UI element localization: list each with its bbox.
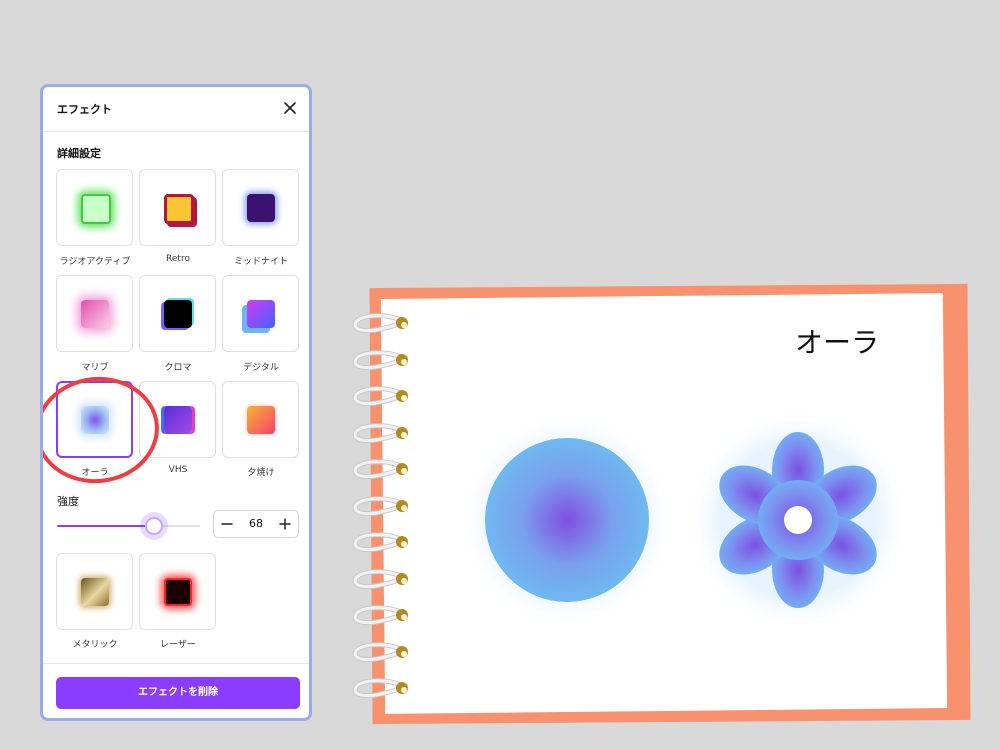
spiral-ring bbox=[352, 349, 408, 370]
spiral-ring bbox=[352, 313, 408, 334]
spiral-ring bbox=[352, 641, 408, 662]
spiral-ring bbox=[352, 568, 408, 589]
spiral-ring bbox=[352, 678, 408, 699]
spiral-ring bbox=[352, 532, 408, 553]
aura-shapes bbox=[459, 408, 910, 632]
spiral-ring bbox=[352, 495, 408, 516]
spiral-ring bbox=[352, 459, 408, 480]
spiral-ring bbox=[352, 605, 408, 626]
aura-circle-shape[interactable] bbox=[485, 438, 649, 602]
spiral-ring bbox=[352, 422, 408, 443]
spiral-ring bbox=[352, 386, 408, 407]
